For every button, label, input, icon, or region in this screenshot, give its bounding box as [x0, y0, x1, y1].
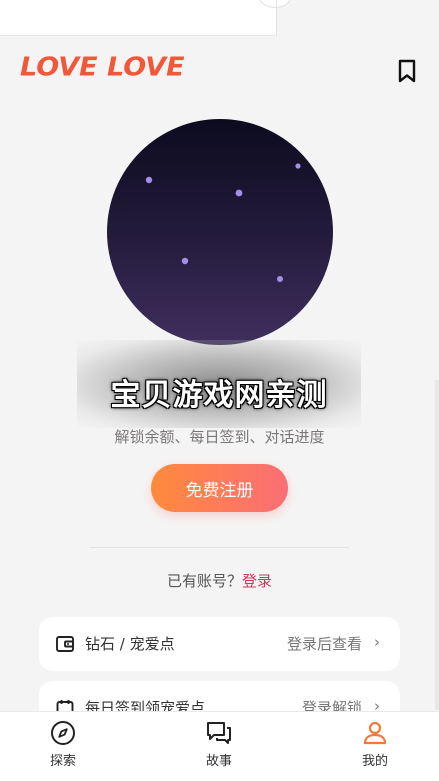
tab-explore-label: 探索	[49, 754, 76, 769]
app-header: LOVE LOVE	[0, 36, 439, 104]
tab-mine-label: 我的	[361, 754, 388, 769]
app-logo: LOVE LOVE	[20, 52, 185, 83]
diamonds-row[interactable]: 钻石 / 宠爱点 登录后查看 ›	[39, 617, 400, 671]
user-icon	[363, 721, 387, 745]
star	[181, 257, 189, 265]
star	[235, 189, 243, 197]
tab-explore[interactable]: 探索	[23, 720, 103, 776]
compass-icon	[51, 721, 75, 745]
wallet-icon	[55, 634, 75, 654]
diamonds-value: 登录后查看	[286, 635, 362, 653]
diamonds-label: 钻石 / 宠爱点	[85, 635, 175, 653]
login-link[interactable]: 登录	[242, 572, 272, 590]
chevron-right-icon: ›	[374, 633, 380, 651]
watermark: 宝贝游戏网亲测	[77, 340, 361, 428]
register-button[interactable]: 免费注册	[151, 464, 288, 512]
star	[277, 276, 283, 282]
avatar	[107, 119, 333, 345]
scrollbar[interactable]	[435, 380, 439, 710]
star	[145, 176, 153, 184]
login-prompt-text: 已有账号？	[166, 572, 242, 590]
divider	[90, 547, 349, 548]
top-card-strip	[0, 0, 439, 36]
tab-stories[interactable]: 故事	[179, 720, 259, 776]
bookmark-icon[interactable]	[396, 58, 418, 84]
top-card	[0, 0, 276, 36]
tab-stories-label: 故事	[205, 754, 232, 769]
login-prompt: 已有账号？登录	[0, 570, 439, 591]
tab-mine[interactable]: 我的	[335, 720, 415, 776]
watermark-text: 宝贝游戏网亲测	[110, 378, 328, 413]
chat-bubbles-icon	[207, 722, 231, 744]
profile-subtitle: 解锁余额、每日签到、对话进度	[114, 428, 325, 446]
star	[295, 163, 301, 169]
bottom-tab-bar: 探索 故事 我的	[0, 711, 439, 781]
top-card-edge	[276, 0, 277, 36]
